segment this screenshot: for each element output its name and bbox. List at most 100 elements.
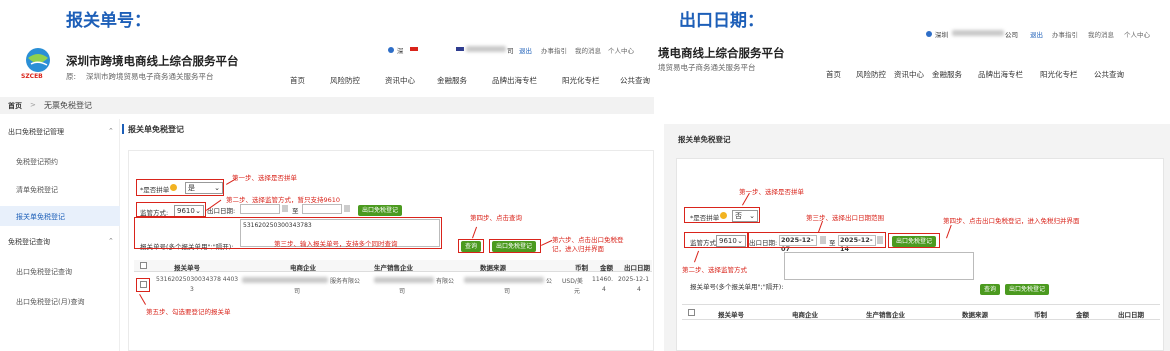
table-row: 53162025030034378 4403 3 服务有限公 司 有限公 司 公… (134, 273, 652, 301)
nav-brand[interactable]: 品牌出海专栏 (492, 75, 537, 86)
right-site-subtitle: 境贸易电子商务通关服务平台 (658, 63, 756, 72)
td-ecom: 服务有限公 (330, 278, 361, 285)
flag-icon (410, 47, 418, 51)
panel-title-bar (122, 124, 124, 134)
sidebar-group-query[interactable]: 免税登记查询 (8, 237, 50, 247)
nav-sunshine[interactable]: 阳光化专栏 (562, 75, 600, 86)
breadcrumb-current: 无票免税登记 (44, 101, 92, 110)
th-date: 出口日期 (624, 264, 650, 272)
nav-home-right[interactable]: 首页 (826, 69, 841, 80)
right-topbar-company: 公司 (1005, 31, 1018, 39)
sidebar-item-declaration[interactable]: 报关单免税登记 (16, 212, 65, 222)
th-producer: 生产销售企业 (374, 264, 413, 272)
left-header: SZCEB 深圳市跨境电商线上综合服务平台 原: 深圳市跨境贸易电子商务通关服务… (0, 38, 654, 98)
left-section-title: 报关单号： (66, 11, 151, 31)
user-icon (388, 47, 394, 53)
register-button-top[interactable]: 出口免税登记 (358, 205, 403, 216)
right-annotation-step3: 第三步、选择出口日期范围 (806, 214, 884, 222)
right-numbers-label: 报关单号(多个报关单用";"隔开): (690, 283, 784, 291)
right-panel-title: 报关单免税登记 (678, 135, 731, 144)
breadcrumb-sep: > (30, 101, 36, 109)
nav-query[interactable]: 公共查询 (620, 75, 650, 86)
date-to-input[interactable] (302, 204, 342, 214)
sidebar-item-export-query[interactable]: 出口免税登记查询 (16, 267, 72, 277)
left-site-subtitle: 深圳市跨境贸易电子商务通关服务平台 (86, 72, 214, 81)
breadcrumb: 首页 > 无票免税登记 (0, 97, 654, 114)
messages-link[interactable]: 我的消息 (575, 45, 601, 55)
right-numbers-textarea[interactable] (784, 252, 974, 280)
personal-link[interactable]: 个人中心 (608, 45, 634, 55)
th-number: 报关单号 (174, 264, 200, 272)
annotation-step2: 第二步、选择监管方式，暂只支持9610 (226, 196, 341, 204)
sidebar-item-monthly-query[interactable]: 出口免税登记(月)查询 (16, 297, 84, 307)
th-amount: 金额 (600, 264, 613, 272)
right-annotation-step2: 第二步、选择监管方式 (682, 266, 747, 274)
right-topbar-user[interactable]: 深圳 (935, 29, 948, 39)
nav-news-right[interactable]: 资讯中心 (894, 69, 924, 80)
user-icon-right (926, 31, 932, 37)
right-result-table: 报关单号 电商企业 生产销售企业 数据来源 币制 金额 出口日期 (682, 304, 1160, 320)
sidebar-item-list[interactable]: 清单免税登记 (16, 185, 58, 195)
nav-finance-right[interactable]: 金融服务 (932, 69, 962, 80)
sidebar: 出口免税登记管理 ⌃ 免税登记预约 清单免税登记 报关单免税登记 免税登记查询 … (0, 119, 120, 351)
annotation-step6: 第六步、点击出口免税登记，进入归并界面 (552, 236, 624, 253)
annotation-step3: 第三步、输入报关单号，支持多个同时查询 (274, 240, 398, 248)
nav-risk[interactable]: 风险防控 (330, 75, 360, 86)
th-source: 数据来源 (480, 264, 506, 272)
table-checkbox-all[interactable] (140, 262, 147, 269)
logout-link-right[interactable]: 退出 (1030, 29, 1043, 39)
left-topbar-company: 司 (507, 47, 514, 55)
td-producer: 有限公 (436, 278, 455, 285)
logo-text: SZCEB (21, 73, 43, 80)
right-query-button[interactable]: 查询 (980, 284, 1001, 295)
right-annotation-step4: 第四步、点击出口免税登记，进入免税归并界面 (943, 217, 1080, 225)
nav-news[interactable]: 资讯中心 (385, 75, 415, 86)
guide-link-right[interactable]: 办事指引 (1052, 29, 1078, 39)
right-th-source: 数据来源 (962, 311, 988, 319)
right-th-amount: 金额 (1076, 311, 1089, 319)
nav-finance[interactable]: 金融服务 (437, 75, 467, 86)
calendar-icon-2[interactable] (344, 205, 350, 212)
right-table-checkbox-all[interactable] (688, 309, 695, 316)
annotation-step1: 第一步、选择是否拼单 (232, 174, 297, 182)
panel-title: 报关单免税登记 (128, 125, 184, 134)
sidebar-item-appointment[interactable]: 免税登记预约 (16, 157, 58, 167)
nav-risk-right[interactable]: 风险防控 (856, 69, 886, 80)
breadcrumb-home[interactable]: 首页 (8, 101, 22, 111)
td-date: 2025-12-1 (618, 276, 650, 283)
th-ecom: 电商企业 (290, 264, 316, 272)
td-amount: 11460. (592, 276, 613, 283)
annotation-step5: 第五步、勾选要登记的报关单 (146, 308, 231, 316)
nav-brand-right[interactable]: 品牌出海专栏 (978, 69, 1023, 80)
right-th-producer: 生产销售企业 (866, 311, 905, 319)
chevron-up-icon-2: ⌃ (108, 237, 114, 245)
right-section-title: 出口日期： (679, 11, 764, 31)
personal-link-right[interactable]: 个人中心 (1124, 29, 1150, 39)
calendar-icon[interactable] (282, 205, 288, 212)
right-th-currency: 币制 (1034, 311, 1047, 319)
date-sep: 至 (292, 207, 299, 215)
right-th-date: 出口日期 (1118, 311, 1144, 319)
right-register-button[interactable]: 出口免税登记 (1005, 284, 1050, 295)
left-topbar-user[interactable]: 深 (397, 45, 404, 55)
guide-link[interactable]: 办事指引 (541, 45, 567, 55)
flag-icon-2 (456, 47, 464, 51)
td-source: 公 (546, 278, 553, 285)
messages-link-right[interactable]: 我的消息 (1088, 29, 1114, 39)
left-site-subtitle-prefix: 原: (66, 72, 77, 81)
nav-home[interactable]: 首页 (290, 75, 305, 86)
right-th-ecom: 电商企业 (792, 311, 818, 319)
nav-query-right[interactable]: 公共查询 (1094, 69, 1124, 80)
left-site-title[interactable]: 深圳市跨境电商线上综合服务平台 (66, 53, 239, 69)
annotation-step4: 第四步、点击查询 (470, 214, 522, 222)
right-site-title[interactable]: 境电商线上综合服务平台 (658, 45, 785, 61)
logout-link[interactable]: 退出 (519, 45, 532, 55)
td-currency: USD/美 (562, 278, 583, 285)
sidebar-group-export[interactable]: 出口免税登记管理 (8, 127, 64, 137)
left-logo: SZCEB (21, 46, 55, 80)
th-currency: 币制 (575, 264, 588, 272)
date-from-input[interactable] (240, 204, 280, 214)
nav-sunshine-right[interactable]: 阳光化专栏 (1040, 69, 1078, 80)
td-number: 53162025030034378 4403 (156, 276, 239, 283)
result-table: 报关单号 电商企业 生产销售企业 数据来源 币制 金额 出口日期 5316202… (134, 260, 652, 302)
